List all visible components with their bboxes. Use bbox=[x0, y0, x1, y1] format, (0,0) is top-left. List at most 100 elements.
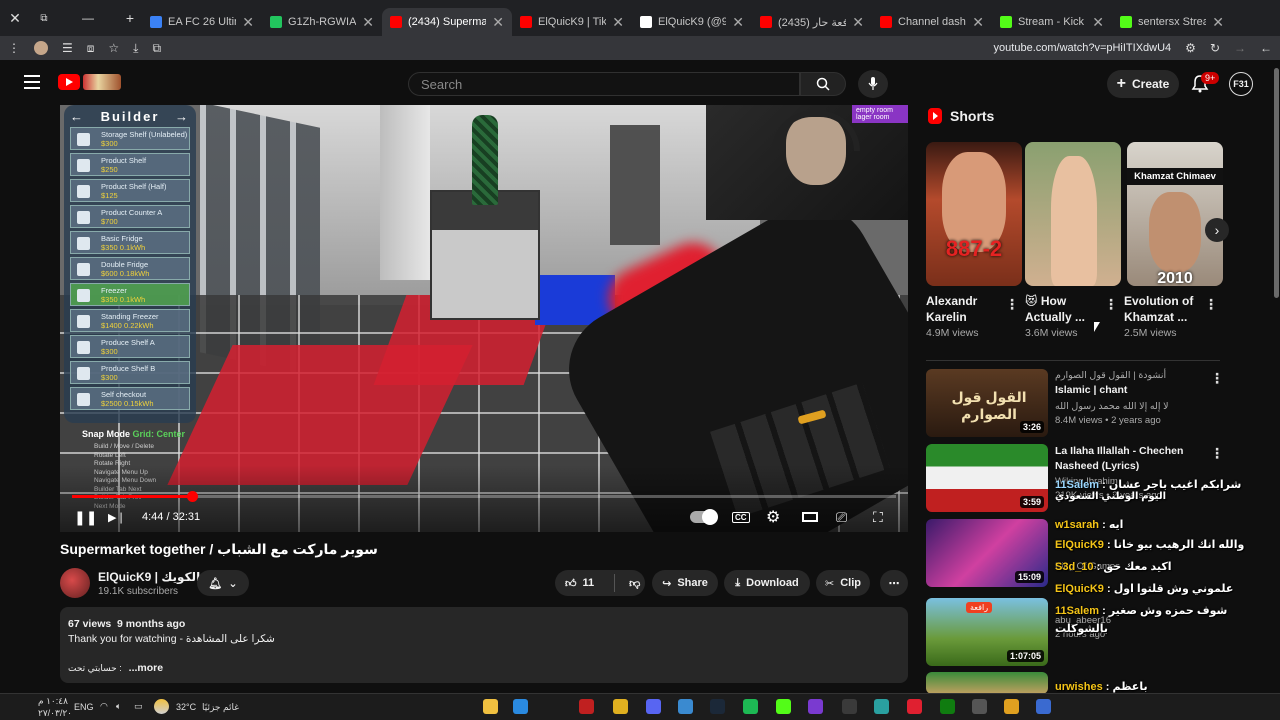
builder-item[interactable]: Self checkout $2500 0.15kWh bbox=[70, 387, 190, 410]
youtube-logo[interactable] bbox=[58, 74, 121, 90]
back-icon[interactable]: ← bbox=[1260, 41, 1272, 55]
new-tab-button[interactable]: + bbox=[118, 10, 142, 26]
channel-avatar[interactable] bbox=[60, 568, 90, 598]
like-button[interactable]: 👍︎ 11 bbox=[565, 577, 594, 590]
video-player[interactable]: ← Builder → Storage Shelf (Unlabeled) $30… bbox=[60, 105, 908, 532]
taskbar-temp[interactable]: 32°C bbox=[176, 702, 196, 712]
account-avatar[interactable]: F31 bbox=[1229, 72, 1253, 96]
short-title-2[interactable]: 😻 How Actually ... bbox=[1025, 293, 1115, 325]
rec-thumbnail-1[interactable]: القول قول الصوارم 3:26 bbox=[926, 369, 1048, 437]
tab-close-icon[interactable]: ✕ bbox=[732, 14, 744, 31]
autoplay-toggle[interactable] bbox=[690, 507, 718, 527]
browser-tab[interactable]: EA FC 26 Ultimate Te ✕ bbox=[142, 8, 262, 36]
play-pause-button[interactable]: ❚❚ bbox=[74, 507, 97, 527]
terminal-icon[interactable] bbox=[842, 699, 857, 714]
cast-button[interactable]: ⎚ bbox=[836, 507, 847, 527]
settings-button[interactable]: ⚙ bbox=[766, 507, 780, 527]
browser-tab[interactable]: (2434) Supermarket t ✕ bbox=[382, 8, 512, 36]
builder-item[interactable]: Produce Shelf B $300 bbox=[70, 361, 190, 384]
reload-icon[interactable]: ↻ bbox=[1210, 41, 1220, 55]
rec-thumbnail-2[interactable]: 3:59 bbox=[926, 444, 1048, 512]
steam-icon[interactable] bbox=[710, 699, 725, 714]
arrow-right-icon[interactable]: → bbox=[175, 109, 190, 124]
taskbar-date[interactable]: ٢٧/٠٣/٢٠ bbox=[38, 708, 72, 719]
menu-kebab-icon[interactable]: ⋮ bbox=[8, 41, 20, 55]
opera-icon[interactable] bbox=[907, 699, 922, 714]
captions-button[interactable]: CC bbox=[732, 507, 750, 527]
profile-icon[interactable] bbox=[34, 41, 48, 55]
short-menu-1-icon[interactable]: ⋮ bbox=[1005, 296, 1019, 313]
create-button[interactable]: + Create bbox=[1107, 70, 1179, 98]
battery-icon[interactable]: ▭ bbox=[134, 701, 143, 712]
speaker-icon[interactable]: 🔈︎ bbox=[116, 701, 121, 712]
browser-tab[interactable]: Channel dashboard ✕ bbox=[872, 8, 992, 36]
download-icon[interactable]: ⤓ bbox=[133, 41, 138, 56]
short-menu-2-icon[interactable]: ⋮ bbox=[1104, 296, 1118, 313]
vscode-icon[interactable] bbox=[513, 699, 528, 714]
kick-icon[interactable] bbox=[776, 699, 791, 714]
short-thumbnail-3[interactable]: Khamzat Chimaev 2010 bbox=[1127, 142, 1223, 286]
download-button[interactable]: ⤓ Download bbox=[724, 570, 810, 596]
chrome-icon[interactable] bbox=[613, 699, 628, 714]
file-explorer-icon[interactable] bbox=[483, 699, 498, 714]
rec-thumbnail-3[interactable]: 15:09 bbox=[926, 519, 1048, 587]
browser-tab[interactable]: ElQuicK9 | TikTok | Liv ✕ bbox=[512, 8, 632, 36]
builder-item[interactable]: Double Fridge $600 0.18kWh bbox=[70, 257, 190, 280]
close-window-icon[interactable]: ✕ bbox=[0, 10, 30, 27]
tab-close-icon[interactable]: ✕ bbox=[972, 14, 984, 31]
taskbar-time[interactable]: ١٠:٤٨ م bbox=[38, 696, 68, 707]
page-scrollbar[interactable] bbox=[1274, 68, 1279, 298]
short-menu-3-icon[interactable]: ⋮ bbox=[1204, 296, 1218, 313]
edge-icon[interactable] bbox=[678, 699, 693, 714]
browser-tab[interactable]: ElQuicK9 (@9ElQuick ✕ bbox=[632, 8, 752, 36]
store-icon[interactable] bbox=[808, 699, 823, 714]
dislike-button[interactable]: 👎︎ bbox=[629, 577, 640, 590]
tab-close-icon[interactable]: ✕ bbox=[852, 14, 864, 31]
taskbar-language[interactable]: ENG bbox=[74, 702, 94, 712]
browser-tab[interactable]: (2435) تحدي رافعة حار ✕ bbox=[752, 8, 872, 36]
discord-icon[interactable] bbox=[646, 699, 661, 714]
builder-item[interactable]: Product Counter A $700 bbox=[70, 205, 190, 228]
share-button[interactable]: ↪ Share bbox=[652, 570, 718, 596]
reading-list-icon[interactable]: ☰ bbox=[62, 41, 73, 55]
wifi-icon[interactable]: ◠ bbox=[100, 701, 108, 712]
hamburger-menu-icon[interactable] bbox=[24, 75, 40, 89]
xbox-icon[interactable] bbox=[940, 699, 955, 714]
next-video-button[interactable]: ▶❘ bbox=[108, 507, 126, 527]
taskbar-weather[interactable]: غائم جزئيًا bbox=[202, 702, 239, 713]
clip-button[interactable]: ✂ Clip bbox=[816, 570, 870, 596]
rec-title-ar-1[interactable]: أنشودة | القول قول الصوارم bbox=[1055, 369, 1166, 382]
theater-mode-button[interactable] bbox=[802, 507, 818, 527]
voice-search-button[interactable] bbox=[858, 70, 888, 98]
search-button[interactable] bbox=[800, 72, 846, 96]
short-title-1[interactable]: Alexandr Karelin bbox=[926, 293, 1016, 325]
builder-item[interactable]: Product Shelf (Half) $125 bbox=[70, 179, 190, 202]
tab-close-icon[interactable]: ✕ bbox=[1092, 14, 1104, 31]
tab-close-icon[interactable]: ✕ bbox=[242, 14, 254, 31]
browser-tab[interactable]: sentersx Stream - Wa ✕ bbox=[1112, 8, 1232, 36]
search-input[interactable]: Search bbox=[408, 72, 800, 96]
builder-item[interactable]: Product Shelf $250 bbox=[70, 153, 190, 176]
builder-item[interactable]: Basic Fridge $350 0.1kWh bbox=[70, 231, 190, 254]
show-more-link[interactable]: ...more bbox=[129, 662, 163, 674]
short-title-3[interactable]: Evolution of Khamzat ... bbox=[1124, 293, 1214, 325]
edge-dev-icon[interactable] bbox=[874, 699, 889, 714]
tab-close-icon[interactable]: ✕ bbox=[612, 14, 624, 31]
description-box[interactable]: 67 views 9 months ago Thank you for watc… bbox=[60, 607, 908, 683]
rec-title-1[interactable]: Islamic | chant bbox=[1055, 383, 1205, 398]
screenshot-icon[interactable]: ⧉ bbox=[152, 41, 161, 56]
tab-close-icon[interactable]: ✕ bbox=[492, 14, 504, 31]
shorts-next-button[interactable]: › bbox=[1205, 218, 1229, 242]
channel-name[interactable]: ElQuicK9 | الكويك bbox=[98, 570, 200, 584]
rec-menu-1-icon[interactable]: ⋮ bbox=[1210, 370, 1224, 387]
builder-item[interactable]: Standing Freezer $1400 0.22kWh bbox=[70, 309, 190, 332]
rec-thumbnail-5[interactable] bbox=[926, 672, 1048, 694]
minimize-window-icon[interactable]: — bbox=[58, 11, 118, 25]
rec-menu-2-icon[interactable]: ⋮ bbox=[1210, 445, 1224, 462]
settings-app-icon[interactable] bbox=[972, 699, 987, 714]
builder-item[interactable]: Freezer $350 0.1kWh bbox=[70, 283, 190, 306]
rec-title-2[interactable]: La Ilaha Illallah - Chechen Nasheed (Lyr… bbox=[1055, 444, 1205, 474]
short-thumbnail-2[interactable] bbox=[1025, 142, 1121, 286]
media-app-icon[interactable] bbox=[1036, 699, 1051, 714]
subscription-bell-button[interactable]: 🔔︎ ⌄ bbox=[197, 570, 249, 596]
